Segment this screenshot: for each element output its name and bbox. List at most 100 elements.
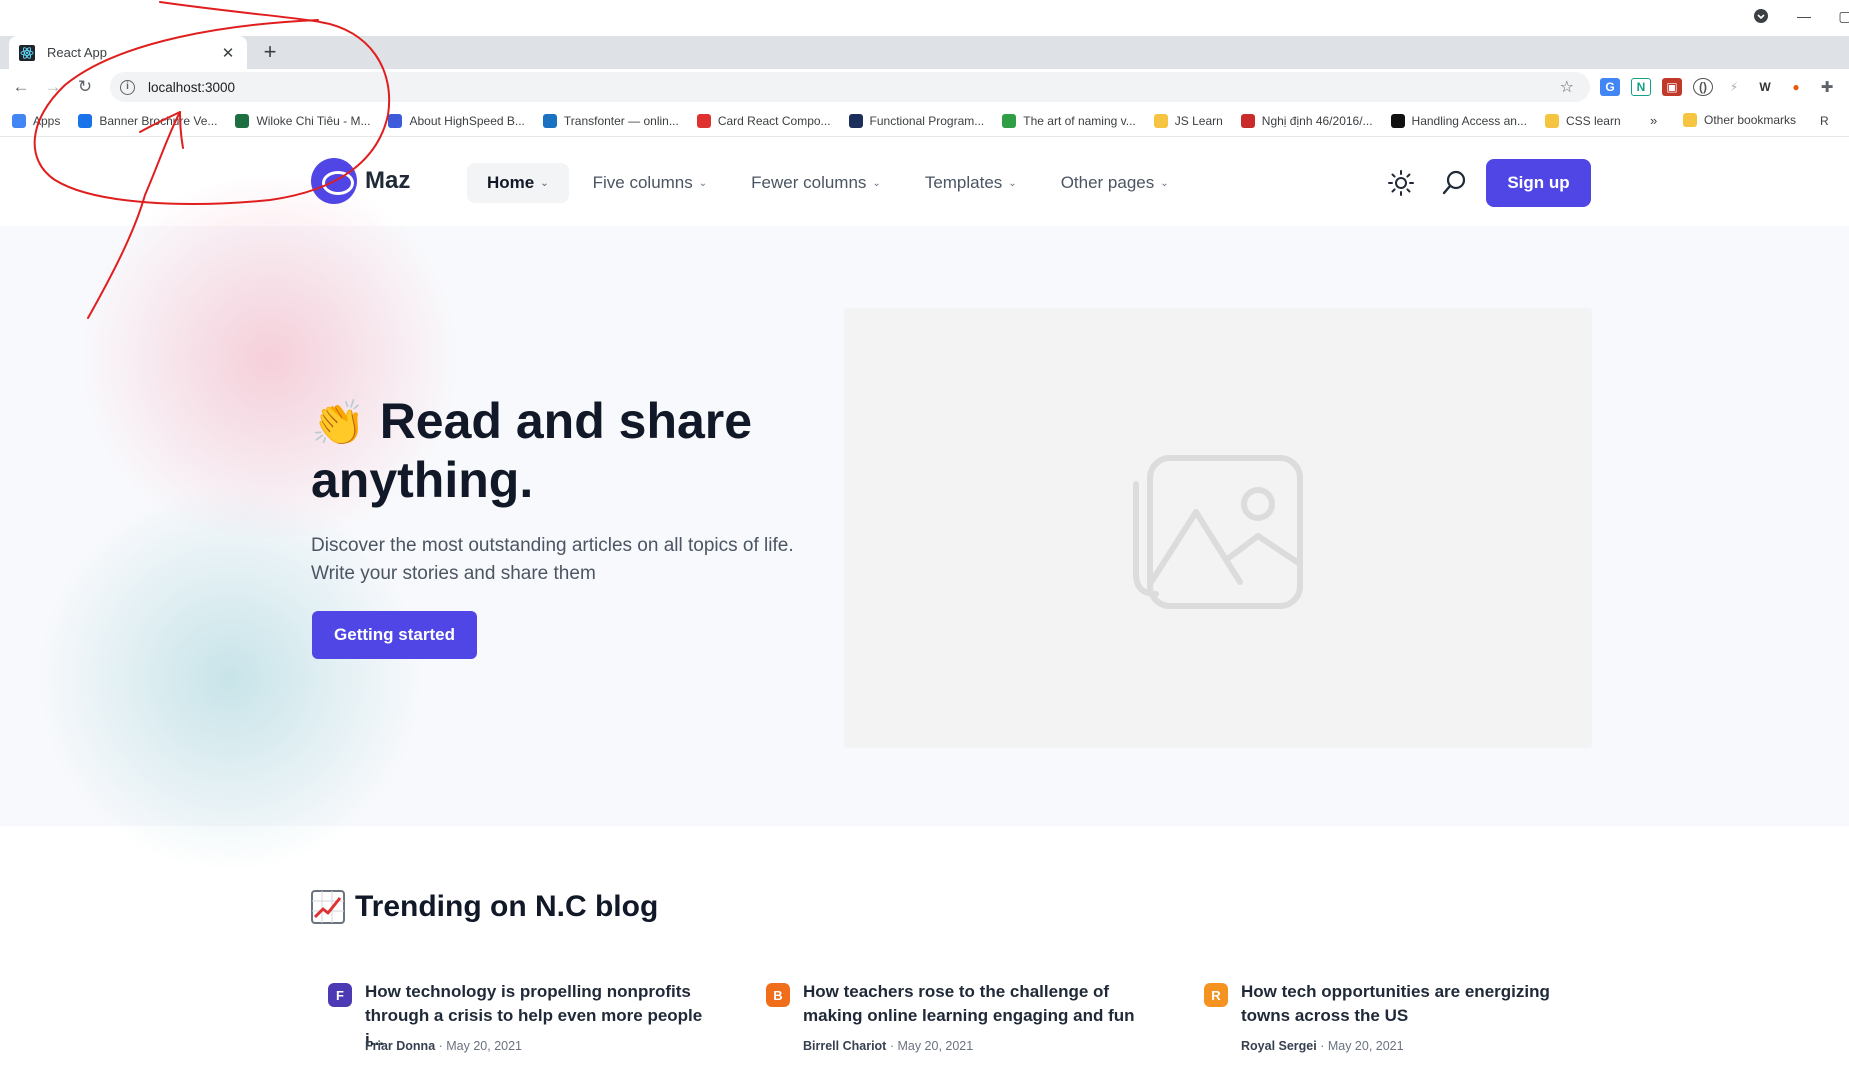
bookmark-label: JS Learn: [1174, 113, 1223, 128]
forward-icon[interactable]: →: [42, 76, 64, 98]
back-icon[interactable]: ←: [10, 76, 32, 98]
bookmark-item[interactable]: Apps: [12, 113, 61, 128]
bookmark-item[interactable]: CSS learn: [1544, 113, 1621, 128]
post-date: May 20, 2021: [897, 1039, 974, 1053]
search-icon[interactable]: [1440, 169, 1468, 197]
bookmark-item[interactable]: Card React Compo...: [696, 113, 831, 128]
author-name[interactable]: Birrell Chariot: [803, 1039, 886, 1053]
react-logo-icon: [19, 44, 35, 61]
address-bar[interactable]: i localhost:3000 ☆: [110, 72, 1590, 102]
chart-increasing-icon: [311, 890, 345, 924]
nav-item[interactable]: Fewer columns ⌄: [731, 163, 901, 203]
sign-up-button[interactable]: Sign up: [1486, 159, 1591, 207]
bookmark-label: The art of naming v...: [1023, 113, 1136, 128]
getting-started-button[interactable]: Getting started: [312, 611, 477, 659]
triangle-icon: [542, 113, 557, 128]
hero-description: Discover the most outstanding articles o…: [311, 532, 831, 588]
author-badge: F: [328, 983, 352, 1007]
trending-item-meta: Friar Donna · May 20, 2021: [365, 1039, 523, 1053]
browser-toolbar: ← → ↻ i localhost:3000 ☆ G N ▣ () ⚡ W ● …: [0, 69, 1849, 105]
folder-icon: [1544, 113, 1559, 128]
bookmark-label: Handling Access an...: [1411, 113, 1527, 128]
trending-section-title: Trending on N.C blog: [311, 890, 658, 924]
sun-theme-toggle-icon[interactable]: [1387, 169, 1415, 197]
nav-item[interactable]: Other pages ⌄: [1041, 163, 1189, 203]
bookmark-label: Wiloke Chi Tiêu - M...: [256, 113, 371, 128]
bookmarks-overflow-button[interactable]: »: [1650, 113, 1657, 128]
code-extension-icon[interactable]: (): [1693, 78, 1713, 96]
n-extension-icon[interactable]: N: [1631, 78, 1651, 96]
bookmark-label: Functional Program...: [869, 113, 985, 128]
bookmark-label: Nghị định 46/2016/...: [1261, 113, 1373, 128]
chevron-down-icon: ⌄: [872, 177, 881, 189]
extensions-bar: G N ▣ () ⚡ W ● ✚: [1600, 76, 1837, 98]
browser-tab[interactable]: React App ✕: [9, 36, 247, 69]
bookmark-item[interactable]: Functional Program...: [848, 113, 985, 128]
image-placeholder-icon: [1133, 455, 1303, 609]
wordpress-extension-icon[interactable]: W: [1755, 78, 1775, 96]
page-viewport: Maz Home ⌄ Five columns ⌄ Fewer columns ⌄ Temp…: [0, 138, 1849, 1074]
bookmarks-bar: Apps Banner Brochure Ve... Wiloke Chi Tiêu…: [0, 105, 1849, 137]
nav-item-label: Five columns: [592, 173, 693, 192]
trending-item-title[interactable]: How teachers rose to the challenge of ma…: [803, 980, 1153, 1028]
bookmark-item[interactable]: Handling Access an...: [1390, 113, 1527, 128]
bookmark-label: About HighSpeed B...: [409, 113, 525, 128]
author-badge: B: [766, 983, 790, 1007]
hero-title-text: Read and share anything.: [311, 393, 753, 508]
hero-image-placeholder: [844, 308, 1592, 748]
chevron-down-icon: ⌄: [698, 177, 708, 189]
folder-icon: [1153, 113, 1168, 128]
nav-item[interactable]: Five columns ⌄: [573, 163, 728, 203]
trending-item-meta: Royal Sergei · May 20, 2021: [1241, 1039, 1404, 1053]
new-tab-icon[interactable]: +: [258, 41, 282, 65]
bookmark-star-icon[interactable]: ☆: [1560, 77, 1574, 97]
author-name[interactable]: Royal Sergei: [1241, 1039, 1317, 1053]
translate-extension-icon[interactable]: G: [1600, 78, 1620, 96]
hero-title: 👏 Read and share anything.: [311, 393, 851, 508]
bookmark-item[interactable]: JS Learn: [1153, 113, 1223, 128]
puzzle-extensions-icon[interactable]: ✚: [1817, 78, 1837, 96]
folder-icon: [1683, 113, 1697, 127]
minimize-icon[interactable]: —: [1790, 4, 1818, 28]
k-icon: [848, 113, 863, 128]
codepen-icon: [696, 113, 711, 128]
trending-item-title[interactable]: How tech opportunities are energizing to…: [1241, 980, 1591, 1028]
picture-extension-icon[interactable]: ▣: [1662, 78, 1682, 96]
nav-item[interactable]: Home ⌄: [467, 163, 569, 203]
author-badge: R: [1204, 983, 1228, 1007]
bookmark-item[interactable]: The art of naming v...: [1002, 113, 1136, 128]
url-text[interactable]: localhost:3000: [148, 80, 235, 95]
cube-icon: [388, 113, 403, 128]
bookmark-label: Apps: [33, 113, 61, 128]
seal-icon: [1240, 113, 1255, 128]
logo-mark-icon: [311, 158, 357, 204]
medium-icon: [1390, 113, 1405, 128]
green-icon: [1002, 113, 1017, 128]
site-header: Maz Home ⌄ Five columns ⌄ Fewer columns ⌄ Temp…: [0, 138, 1849, 226]
lightning-extension-icon[interactable]: ⚡: [1724, 78, 1744, 96]
reload-icon[interactable]: ↻: [74, 76, 96, 98]
other-bookmarks-folder[interactable]: Other bookmarks: [1683, 113, 1796, 127]
excel-icon: [235, 113, 250, 128]
reading-list-button[interactable]: R: [1820, 114, 1829, 128]
fire-extension-icon[interactable]: ●: [1786, 78, 1806, 96]
bookmark-item[interactable]: About HighSpeed B...: [388, 113, 525, 128]
logo-text: Maz: [365, 167, 411, 194]
bookmark-item[interactable]: Transfonter — onlin...: [542, 113, 679, 128]
nav-item-label: Home: [487, 173, 535, 192]
close-tab-icon[interactable]: ✕: [219, 44, 237, 62]
globe-icon: [78, 113, 93, 128]
author-name[interactable]: Friar Donna: [365, 1039, 435, 1053]
profile-menu-icon[interactable]: [1750, 4, 1772, 28]
nav-item[interactable]: Templates ⌄: [905, 163, 1037, 203]
chevron-down-icon: ⌄: [1160, 177, 1169, 189]
bookmark-item[interactable]: Wiloke Chi Tiêu - M...: [235, 113, 371, 128]
maximize-icon[interactable]: ▢: [1838, 4, 1849, 28]
bookmark-item[interactable]: Nghị định 46/2016/...: [1240, 113, 1373, 128]
site-logo[interactable]: Maz: [311, 158, 410, 204]
main-nav: Home ⌄ Five columns ⌄ Fewer columns ⌄ Template…: [467, 163, 1193, 203]
bookmark-label: Card React Compo...: [717, 113, 831, 128]
clapping-hands-emoji-icon: 👏: [311, 399, 366, 448]
site-info-icon[interactable]: i: [120, 79, 135, 95]
bookmark-item[interactable]: Banner Brochure Ve...: [78, 113, 217, 128]
